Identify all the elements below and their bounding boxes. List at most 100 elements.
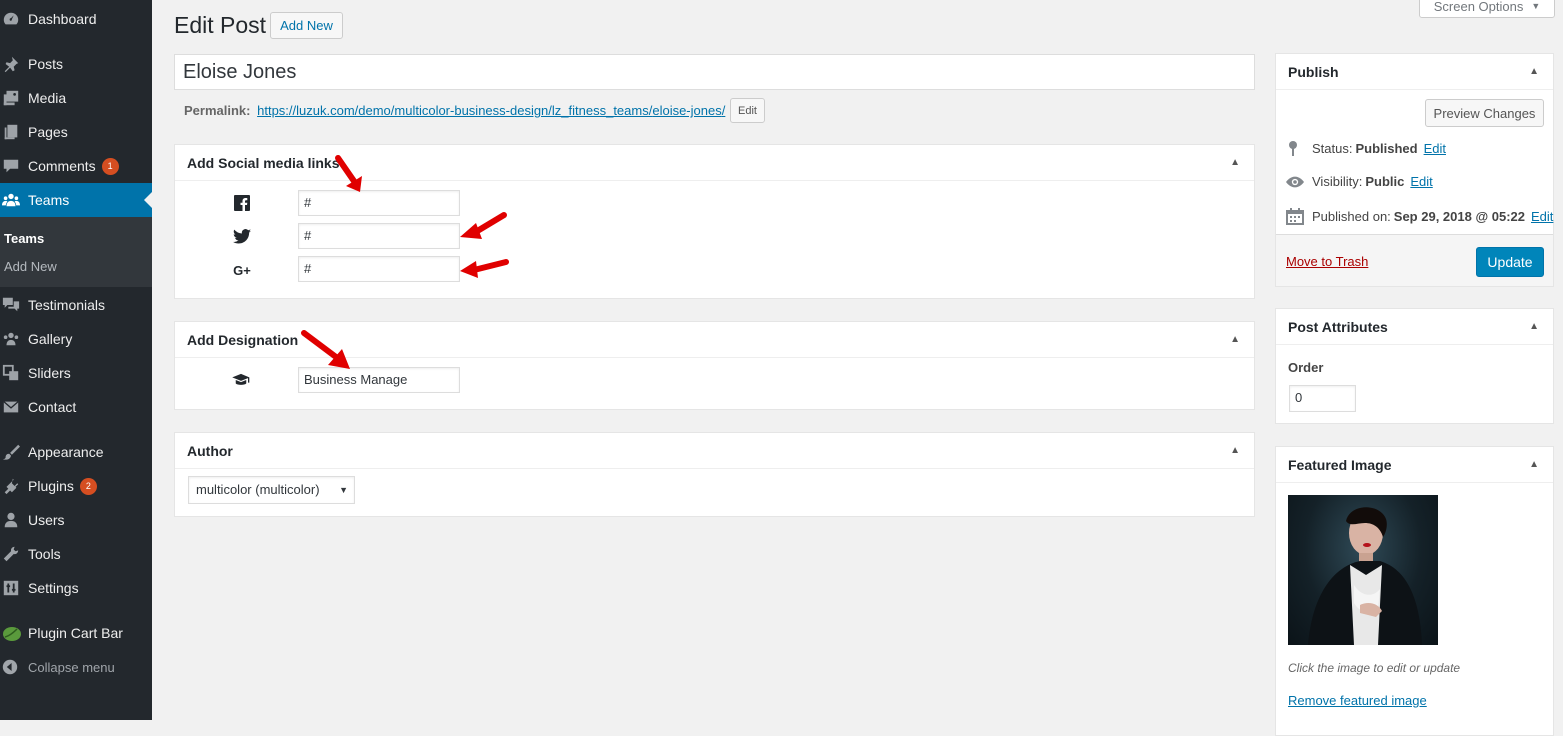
featured-image-thumbnail[interactable]: [1288, 495, 1438, 645]
status-edit-link[interactable]: Edit: [1424, 141, 1446, 156]
sidebar-item-pages[interactable]: Pages: [0, 115, 152, 149]
comment-count-badge: 1: [101, 157, 119, 175]
add-new-button[interactable]: Add New: [270, 12, 343, 39]
calendar-icon: [1286, 208, 1312, 225]
move-to-trash-link[interactable]: Move to Trash: [1286, 254, 1368, 269]
social-links-header[interactable]: Add Social media links ▲: [175, 145, 1254, 181]
submenu-item-add-new[interactable]: Add New: [4, 259, 57, 274]
remove-featured-image-link[interactable]: Remove featured image: [1288, 693, 1427, 708]
sidebar-item-comments[interactable]: Comments 1: [0, 149, 152, 183]
author-header[interactable]: Author ▲: [175, 433, 1254, 469]
toggle-arrow-icon[interactable]: ▲: [1529, 321, 1539, 332]
comment-icon: [0, 156, 28, 176]
facebook-icon: [233, 194, 251, 212]
sidebar-item-plugin-cart-bar[interactable]: Plugin Cart Bar: [0, 616, 152, 650]
designation-box: Add Designation ▲ Business Manage: [174, 321, 1255, 410]
admin-sidebar: Dashboard Posts Media Pages Comments 1 T…: [0, 0, 152, 720]
publish-title: Publish: [1288, 64, 1339, 80]
toggle-arrow-icon[interactable]: ▲: [1230, 334, 1240, 345]
google-plus-icon: G+: [233, 262, 251, 278]
author-box: Author ▲ multicolor (multicolor) ▼: [174, 432, 1255, 517]
sidebar-item-users[interactable]: Users: [0, 503, 152, 537]
update-button[interactable]: Update: [1476, 247, 1544, 277]
sidebar-item-label: Plugins: [28, 478, 74, 494]
designation-title: Add Designation: [187, 332, 299, 348]
google-plus-url-input[interactable]: #: [298, 256, 460, 282]
sidebar-item-label: Contact: [28, 399, 77, 415]
post-attributes-title: Post Attributes: [1288, 319, 1388, 335]
sidebar-item-appearance[interactable]: Appearance: [0, 435, 152, 469]
collapse-menu-button[interactable]: Collapse menu: [0, 650, 152, 684]
published-on-line: Published on: Sep 29, 2018 @ 05:22 Edit: [1286, 208, 1553, 225]
chevron-down-icon: ▼: [1531, 1, 1541, 11]
screen-options-button[interactable]: Screen Options ▼: [1419, 0, 1555, 18]
author-select-value: multicolor (multicolor): [196, 482, 320, 497]
social-links-title: Add Social media links: [187, 155, 340, 171]
plugin-icon: [0, 476, 28, 496]
preview-changes-button[interactable]: Preview Changes: [1425, 99, 1544, 127]
slides-icon: [0, 363, 28, 383]
post-attributes-header[interactable]: Post Attributes ▲: [1276, 309, 1553, 345]
published-edit-link[interactable]: Edit: [1531, 209, 1553, 224]
toggle-arrow-icon[interactable]: ▲: [1230, 157, 1240, 168]
toggle-arrow-icon[interactable]: ▲: [1230, 445, 1240, 456]
sidebar-item-contact[interactable]: Contact: [0, 390, 152, 424]
author-select[interactable]: multicolor (multicolor) ▼: [188, 476, 355, 504]
wrench-icon: [0, 544, 28, 564]
published-label: Published on:: [1312, 209, 1391, 224]
media-icon: [0, 88, 28, 108]
designation-input[interactable]: Business Manage: [298, 367, 460, 393]
featured-image-header[interactable]: Featured Image ▲: [1276, 447, 1553, 483]
sidebar-item-dashboard[interactable]: Dashboard: [0, 2, 152, 36]
visibility-edit-link[interactable]: Edit: [1410, 174, 1432, 189]
featured-image-title: Featured Image: [1288, 457, 1392, 473]
sidebar-item-gallery[interactable]: Gallery: [0, 322, 152, 356]
pin-icon: [0, 54, 28, 74]
post-attributes-box: Post Attributes ▲ Order 0: [1275, 308, 1554, 424]
status-label: Status:: [1312, 140, 1353, 156]
sidebar-item-posts[interactable]: Posts: [0, 47, 152, 81]
sidebar-item-tools[interactable]: Tools: [0, 537, 152, 571]
plugin-update-badge: 2: [79, 477, 97, 495]
post-title-input[interactable]: Eloise Jones: [174, 54, 1255, 90]
permalink-slug: eloise-jones: [652, 103, 722, 118]
social-links-box: Add Social media links ▲ # # G+ #: [174, 144, 1255, 299]
settings-icon: [0, 578, 28, 598]
sidebar-item-settings[interactable]: Settings: [0, 571, 152, 605]
visibility-value: Public: [1365, 174, 1405, 189]
gallery-icon: [0, 329, 28, 349]
status-value: Published: [1355, 140, 1418, 156]
permalink-edit-button[interactable]: Edit: [730, 98, 765, 123]
eye-icon: [1286, 176, 1312, 188]
sidebar-item-teams[interactable]: Teams: [0, 183, 152, 217]
chevron-down-icon: ▼: [339, 485, 348, 495]
sidebar-item-label: Users: [28, 512, 65, 528]
designation-header[interactable]: Add Designation ▲: [175, 322, 1254, 358]
order-input[interactable]: 0: [1289, 385, 1356, 412]
permalink-link[interactable]: https://luzuk.com/demo/multicolor-busine…: [257, 103, 725, 118]
sidebar-item-label: Gallery: [28, 331, 73, 347]
sidebar-item-sliders[interactable]: Sliders: [0, 356, 152, 390]
sidebar-item-label: Comments: [28, 158, 96, 174]
submenu-item-teams[interactable]: Teams: [4, 231, 44, 246]
toggle-arrow-icon[interactable]: ▲: [1529, 459, 1539, 470]
published-value: Sep 29, 2018 @ 05:22: [1393, 209, 1525, 224]
pin-icon: [1286, 140, 1312, 156]
permalink-end: /: [721, 103, 726, 118]
publish-header[interactable]: Publish ▲: [1276, 54, 1553, 90]
sidebar-item-testimonials[interactable]: Testimonials: [0, 288, 152, 322]
author-title: Author: [187, 443, 233, 459]
sidebar-item-label: Collapse menu: [28, 659, 115, 675]
sidebar-item-media[interactable]: Media: [0, 81, 152, 115]
twitter-url-input[interactable]: #: [298, 223, 460, 249]
leaf-icon: [0, 623, 28, 643]
toggle-arrow-icon[interactable]: ▲: [1529, 66, 1539, 77]
sidebar-item-plugins[interactable]: Plugins 2: [0, 469, 152, 503]
teams-submenu: Teams Add New: [0, 217, 152, 287]
sidebar-item-label: Settings: [28, 580, 79, 596]
users-icon: [0, 510, 28, 530]
sidebar-item-label: Tools: [28, 546, 61, 562]
facebook-url-input[interactable]: #: [298, 190, 460, 216]
pages-icon: [0, 122, 28, 142]
sidebar-item-label: Dashboard: [28, 11, 97, 27]
